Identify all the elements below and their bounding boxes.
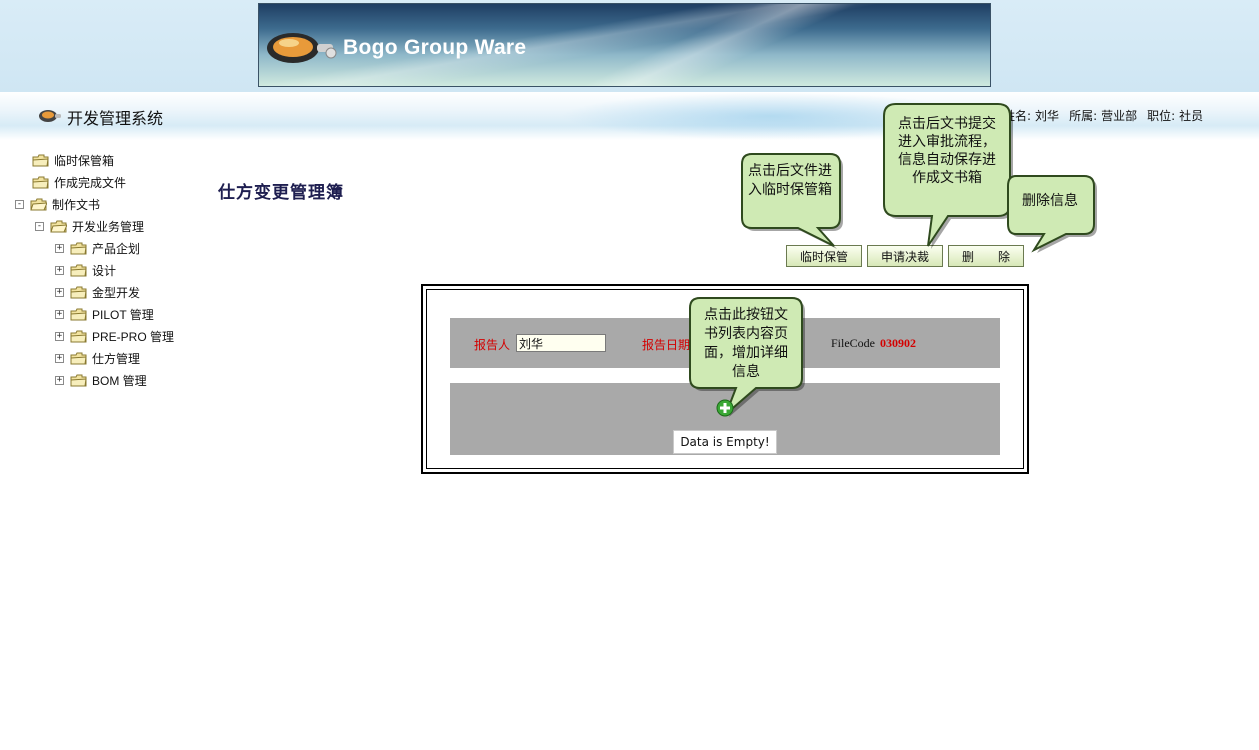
folder-icon	[70, 264, 87, 276]
banner-title: Bogo Group Ware	[343, 36, 527, 59]
user-position-value: 社员	[1179, 109, 1204, 123]
folder-icon	[70, 308, 87, 320]
folder-icon	[70, 352, 87, 364]
sidebar-item-label: PRE-PRO 管理	[92, 329, 175, 344]
page-title: 仕方变更管理簿	[218, 183, 344, 202]
collapse-icon[interactable]: -	[35, 221, 44, 231]
folder-icon	[32, 176, 49, 188]
add-detail-icon[interactable]	[716, 399, 734, 417]
sidebar-item-product-planning[interactable]: + 产品企划	[55, 239, 140, 257]
sidebar-item-mold-dev[interactable]: + 金型开发	[55, 283, 140, 301]
user-dept-label: 所属:	[1069, 109, 1098, 123]
sidebar-item-label: 产品企划	[92, 241, 141, 256]
sidebar-item-label: BOM 管理	[92, 373, 147, 388]
sidebar-item-label: PILOT 管理	[92, 307, 154, 322]
goggles-logo-icon	[267, 33, 337, 63]
expand-icon[interactable]: +	[55, 331, 64, 341]
callout-temp-save-text: 点击后文件进入临时保管箱	[748, 163, 832, 198]
report-date-label: 报告日期	[642, 338, 691, 352]
collapse-icon[interactable]: -	[15, 199, 24, 209]
folder-icon	[70, 286, 87, 298]
sidebar-item-label: 制作文书	[52, 197, 101, 212]
callout-add-text: 点击此按钮文书列表内容页面，增加详细信息	[704, 307, 788, 380]
folder-icon	[70, 242, 87, 254]
sidebar-item-dev-business[interactable]: - 开发业务管理	[35, 217, 144, 235]
sidebar-item-design[interactable]: + 设计	[55, 261, 116, 279]
sidebar-item-temp-box[interactable]: 临时保管箱	[32, 151, 114, 169]
sidebar-item-label: 作成完成文件	[54, 175, 127, 190]
expand-icon[interactable]: +	[55, 353, 64, 363]
user-name-value: 刘华	[1035, 109, 1060, 123]
expand-icon[interactable]: +	[55, 375, 64, 385]
sidebar-item-pre-pro[interactable]: + PRE-PRO 管理	[55, 327, 174, 345]
banner: Bogo Group Ware	[258, 3, 991, 87]
reporter-input[interactable]	[516, 334, 606, 352]
callout-delete	[1007, 175, 1097, 253]
folder-icon	[70, 330, 87, 342]
sidebar-item-pilot[interactable]: + PILOT 管理	[55, 305, 154, 323]
sidebar-item-label: 金型开发	[92, 285, 141, 300]
callout-apply-text: 点击后文书提交进入审批流程，信息自动保存进作成文书箱	[898, 116, 996, 186]
user-dept-value: 营业部	[1101, 109, 1138, 123]
sidebar-item-label: 开发业务管理	[72, 219, 145, 234]
folder-open-icon	[30, 198, 47, 210]
filecode-value: 030902	[880, 336, 916, 350]
system-title: 开发管理系统	[67, 109, 164, 128]
expand-icon[interactable]: +	[55, 243, 64, 253]
sidebar-item-spec-mgmt[interactable]: + 仕方管理	[55, 349, 140, 367]
filecode-label: FileCode	[831, 336, 875, 350]
folder-icon	[32, 154, 49, 166]
callout-delete-text: 删除信息	[1022, 193, 1078, 209]
system-logo-icon	[39, 110, 61, 122]
user-position-label: 职位:	[1147, 109, 1176, 123]
sidebar-item-label: 设计	[92, 263, 117, 278]
empty-message: Data is Empty!	[673, 430, 777, 454]
folder-open-icon	[50, 220, 67, 232]
expand-icon[interactable]: +	[55, 287, 64, 297]
expand-icon[interactable]: +	[55, 265, 64, 275]
sidebar-item-bom[interactable]: + BOM 管理	[55, 371, 147, 389]
reporter-label: 报告人	[474, 338, 511, 352]
sidebar-item-make-document[interactable]: - 制作文书	[15, 195, 100, 213]
folder-icon	[70, 374, 87, 386]
sidebar-item-label: 仕方管理	[92, 351, 141, 366]
sidebar-item-completed-files[interactable]: 作成完成文件	[32, 173, 126, 191]
sidebar-item-label: 临时保管箱	[54, 153, 115, 168]
user-info: 姓名: 刘华 所属: 营业部 职位: 社员	[1003, 107, 1207, 124]
expand-icon[interactable]: +	[55, 309, 64, 319]
